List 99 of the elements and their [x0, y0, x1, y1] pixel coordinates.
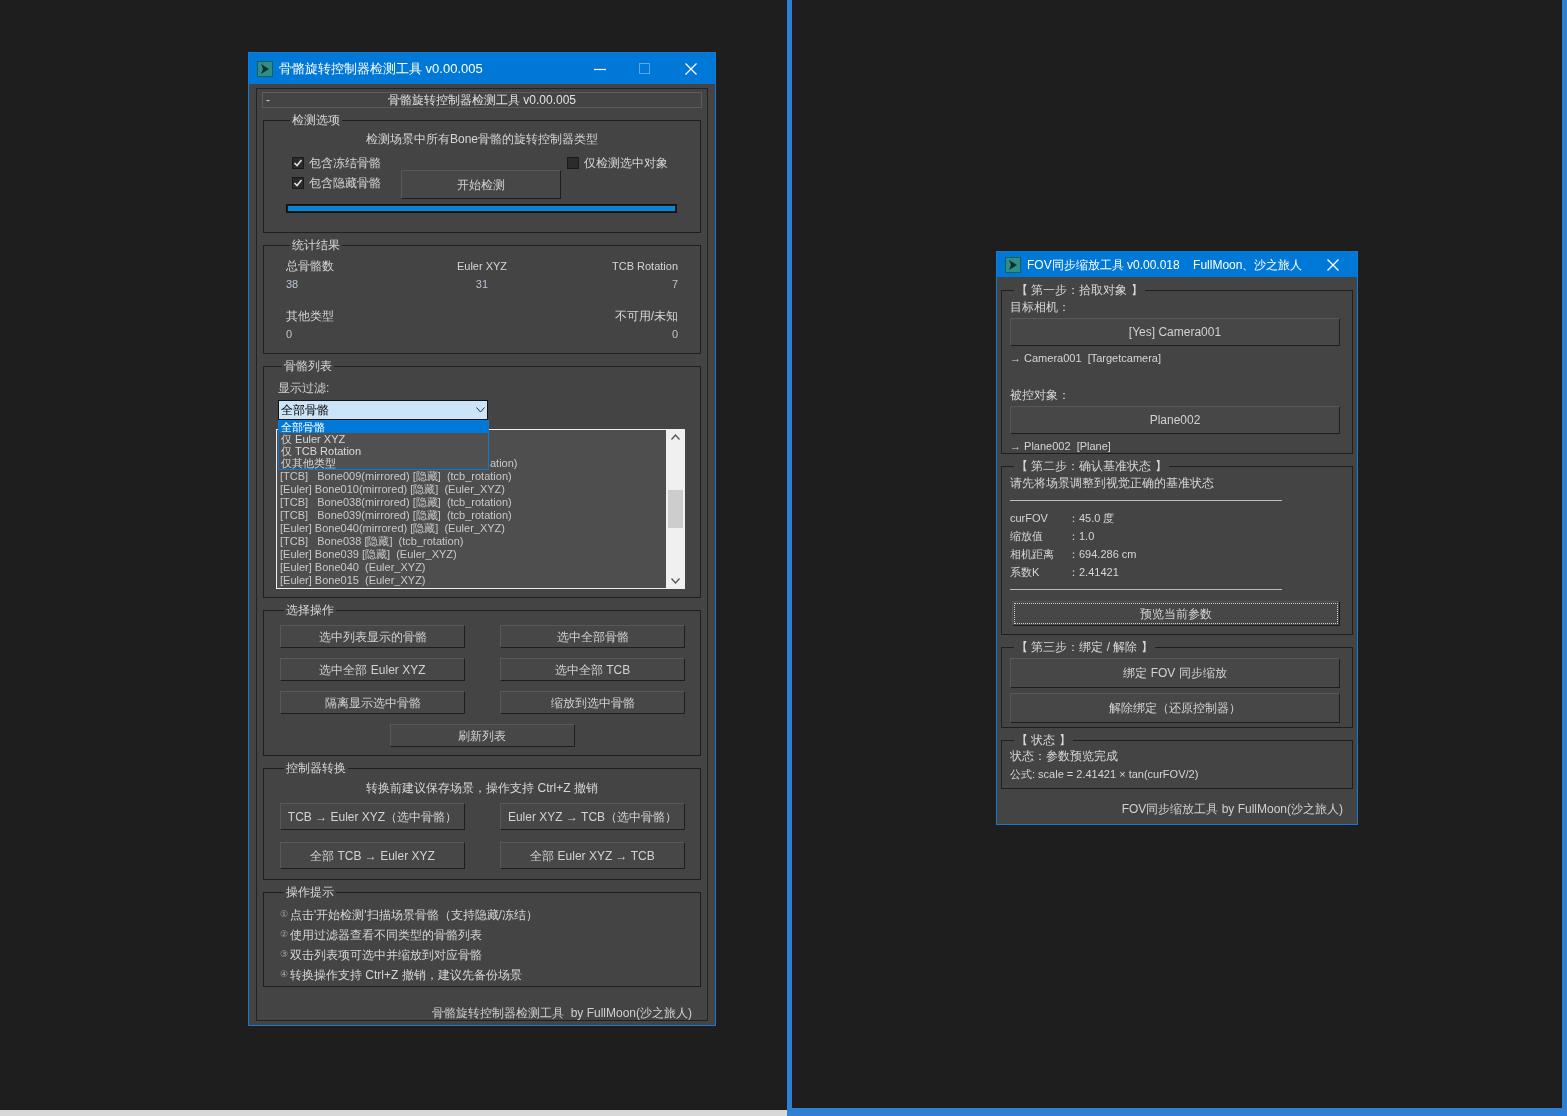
stat-value: 0: [670, 327, 678, 341]
checkbox-label: 包含隐藏骨骼: [309, 175, 381, 192]
app-icon: [1005, 256, 1021, 273]
preview-button[interactable]: 预览当前参数: [1012, 601, 1340, 626]
param-value: ：694.286 cm: [1068, 546, 1137, 562]
info-text: → Camera001 [Targetcamera]: [1010, 351, 1162, 365]
window-title: 骨骼旋转控制器检测工具 v0.00.005: [279, 59, 484, 78]
chevron-down-icon: [476, 407, 485, 413]
tip-text: 点击'开始检测'扫描场景骨骼（支持隐藏/冻结）: [290, 907, 538, 924]
list-item[interactable]: [Euler] Bone010(mirrored) [隐藏] (Euler_XYZ): [280, 483, 505, 496]
group-label: 检测选项: [291, 113, 341, 127]
start-button[interactable]: 开始检测: [401, 170, 561, 199]
checkbox[interactable]: [567, 157, 579, 169]
group-label: 统计结果: [291, 238, 341, 252]
group-label: 【 第一步：拾取对象 】: [1015, 283, 1144, 297]
group-label: 【 第三步：绑定 / 解除 】: [1015, 640, 1154, 654]
tip-marker: ④: [280, 968, 288, 982]
checkbox[interactable]: [292, 157, 304, 169]
list-item[interactable]: [TCB] Bone038(mirrored) [隐藏] (tcb_rotation): [280, 496, 512, 509]
status-text: 状态：参数预览完成: [1010, 748, 1119, 765]
action-button[interactable]: 隔离显示选中骨骼: [280, 691, 465, 714]
convert-button[interactable]: 全部 TCB → Euler XYZ: [280, 842, 465, 869]
footer-text: 骨骼旋转控制器检测工具 by FullMoon(沙之旅人): [431, 1005, 692, 1022]
bind-button[interactable]: 绑定 FOV 同步缩放: [1010, 658, 1340, 688]
convert-button[interactable]: 全部 Euler XYZ → TCB: [500, 842, 685, 869]
stat-label: TCB Rotation: [610, 259, 678, 273]
param-value: ：45.0 度: [1068, 510, 1115, 526]
action-button[interactable]: 刷新列表: [389, 724, 575, 747]
param-name: 缩放值: [1010, 528, 1044, 544]
field-label: 目标相机：: [1010, 300, 1071, 314]
list-item[interactable]: [Euler] Bone040 (Euler_XYZ): [280, 561, 426, 574]
convert-button[interactable]: TCB → Euler XYZ（选中骨骼）: [280, 803, 465, 830]
scrollbar[interactable]: [666, 430, 684, 588]
filter-dropdown[interactable]: 全部骨骼: [278, 400, 488, 420]
pick-target-button[interactable]: Plane002: [1010, 406, 1340, 434]
scroll-down-icon[interactable]: [670, 578, 680, 584]
group-label: 选择操作: [285, 603, 335, 617]
convert-button[interactable]: Euler XYZ → TCB（选中骨骼）: [500, 803, 685, 830]
pick-camera-button[interactable]: [Yes] Camera001: [1010, 318, 1340, 346]
rollout-title: 骨骼旋转控制器检测工具 v0.00.005: [387, 93, 576, 107]
footer-text: FOV同步缩放工具 by FullMoon(沙之旅人): [1121, 801, 1343, 818]
list-item[interactable]: [TCB] Bone009(mirrored) [隐藏] (tcb_rotation): [280, 470, 512, 483]
checkbox-label: 包含冻结骨骼: [309, 155, 381, 172]
window-title: FOV同步缩放工具 v0.00.018 FullMoon、沙之旅人: [1027, 256, 1304, 274]
dropdown-option[interactable]: 仅 Euler XYZ: [279, 433, 488, 445]
tip-text: 转换操作支持 Ctrl+Z 撤销，建议先备份场景: [290, 967, 522, 984]
checkbox-label: 仅检测选中对象: [584, 155, 668, 172]
action-button[interactable]: 选中全部 TCB: [500, 658, 685, 681]
scroll-up-icon[interactable]: [670, 434, 680, 440]
dropdown-option[interactable]: 仅其他类型: [279, 457, 488, 469]
dropdown-option[interactable]: 全部骨骼: [279, 421, 488, 433]
list-item[interactable]: [TCB] Bone038 [隐藏] (tcb_rotation): [280, 535, 464, 548]
tip-text: 双击列表项可选中并缩放到对应骨骼: [290, 947, 482, 964]
stat-value: 38: [286, 277, 300, 291]
stat-label: Euler XYZ: [455, 259, 509, 273]
list-item[interactable]: [Euler] Bone040(mirrored) [隐藏] (Euler_XYZ): [280, 522, 505, 535]
status-text: 公式: scale = 2.41421 × tan(curFOV/2): [1010, 767, 1200, 782]
filter-label: 显示过滤:: [278, 381, 331, 395]
stat-value: 0: [286, 327, 294, 341]
stat-value: 7: [670, 277, 678, 291]
close-icon[interactable]: [1327, 258, 1339, 271]
action-button[interactable]: 选中全部 Euler XYZ: [280, 658, 465, 681]
scrollbar-thumb[interactable]: [667, 490, 683, 528]
checkbox[interactable]: [292, 177, 304, 189]
group-label: 【 状态 】: [1015, 733, 1072, 747]
note-text: 转换前建议保存场景，操作支持 Ctrl+Z 撤销: [365, 781, 599, 795]
app-icon: [257, 60, 273, 77]
description-text: 检测场景中所有Bone骨骼的旋转控制器类型: [365, 132, 599, 146]
group-label: 骨骼列表: [283, 359, 333, 373]
tip-marker: ②: [280, 928, 288, 942]
tip-marker: ③: [280, 948, 288, 962]
dropdown-option[interactable]: 仅 TCB Rotation: [279, 445, 488, 457]
param-value: ：1.0: [1068, 528, 1095, 544]
param-name: 系数K: [1010, 564, 1041, 580]
stat-value: 31: [474, 277, 490, 291]
stat-label: 总骨骼数: [286, 259, 335, 273]
group-label: 控制器转换: [285, 761, 347, 775]
list-item[interactable]: [Euler] Bone015 (Euler_XYZ): [280, 574, 426, 587]
tip-marker: ①: [280, 908, 288, 922]
instruction-text: 请先将场景调整到视觉正确的基准状态: [1010, 476, 1215, 490]
collapse-toggle[interactable]: -: [266, 93, 270, 107]
group-label: 【 第二步：确认基准状态 】: [1015, 459, 1168, 473]
action-button[interactable]: 缩放到选中骨骼: [500, 691, 685, 714]
field-label: 被控对象：: [1010, 388, 1071, 402]
param-value: ：2.41421: [1068, 564, 1119, 580]
action-button[interactable]: 选中列表显示的骨骼: [280, 625, 465, 648]
bind-button[interactable]: 解除绑定（还原控制器）: [1010, 693, 1340, 723]
stat-label: 其他类型: [286, 309, 335, 323]
group-label: 操作提示: [285, 885, 335, 899]
list-item[interactable]: [TCB] Bone039(mirrored) [隐藏] (tcb_rotation): [280, 509, 512, 522]
stat-label: 不可用/未知: [613, 309, 678, 323]
info-text: → Plane002 [Plane]: [1010, 439, 1112, 453]
close-icon[interactable]: [685, 62, 697, 75]
param-name: 相机距离: [1010, 546, 1055, 562]
rollout-header[interactable]: - 骨骼旋转控制器检测工具 v0.00.005: [262, 92, 702, 108]
action-button[interactable]: 选中全部骨骼: [500, 625, 685, 648]
param-name: curFOV: [1010, 510, 1049, 526]
tip-text: 使用过滤器查看不同类型的骨骼列表: [290, 927, 482, 944]
list-item[interactable]: [Euler] Bone039 [隐藏] (Euler_XYZ): [280, 548, 457, 561]
